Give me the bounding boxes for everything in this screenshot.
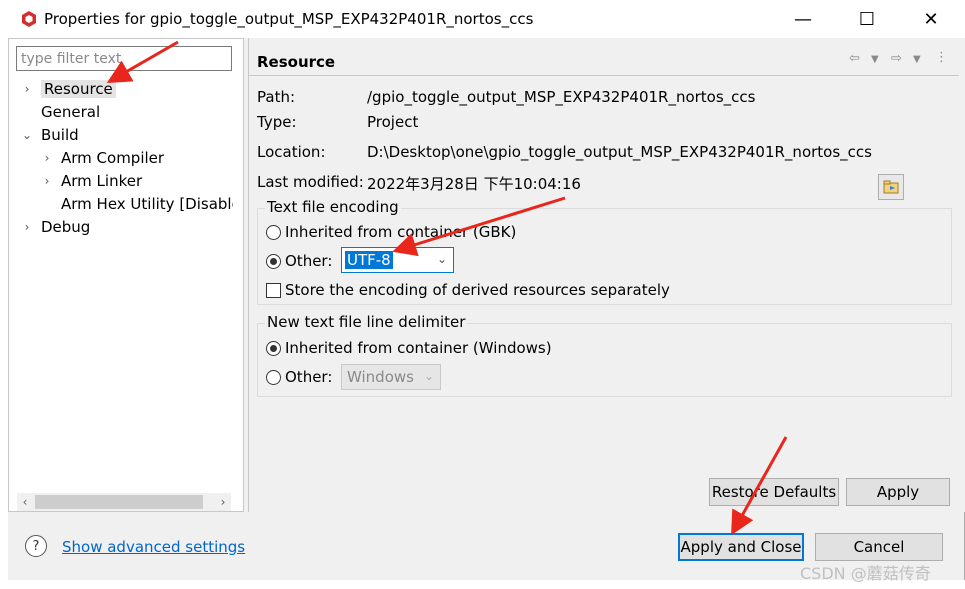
tree-label-arm-compiler: Arm Compiler <box>61 149 165 167</box>
encoding-select[interactable]: UTF-8 ⌄ <box>341 247 454 273</box>
apply-button[interactable]: Apply <box>846 478 950 506</box>
chevron-down-icon: ⌄ <box>436 252 447 266</box>
encoding-group-title: Text file encoding <box>265 198 401 216</box>
resource-page: Resource ⇦ ▼ ⇨ ▼ ⋮ Path: /gpio_toggle_ou… <box>248 38 965 512</box>
title-bar: Properties for gpio_toggle_output_MSP_EX… <box>8 0 965 38</box>
window-title: Properties for gpio_toggle_output_MSP_EX… <box>44 10 534 28</box>
forward-arrow-icon[interactable]: ⇨ <box>891 51 902 66</box>
encoding-other-label[interactable]: Other: <box>285 252 332 270</box>
store-encoding-checkbox[interactable] <box>266 283 281 298</box>
scrollbar-thumb[interactable] <box>35 495 203 509</box>
tree-item-general[interactable]: General <box>41 101 100 123</box>
tree-item-arm-compiler[interactable]: › Arm Compiler <box>41 147 164 169</box>
encoding-inherited-label[interactable]: Inherited from container (GBK) <box>285 223 516 241</box>
type-value: Project <box>367 113 419 131</box>
minimize-button[interactable]: — <box>780 0 826 38</box>
location-value: D:\Desktop\one\gpio_toggle_output_MSP_EX… <box>367 143 872 161</box>
encoding-other-radio[interactable] <box>266 254 281 269</box>
chevron-right-icon[interactable]: › <box>41 170 53 192</box>
tree-label-build: Build <box>41 126 79 144</box>
tree-item-arm-linker[interactable]: › Arm Linker <box>41 170 143 192</box>
store-encoding-label[interactable]: Store the encoding of derived resources … <box>285 281 670 299</box>
encoding-inherited-radio[interactable] <box>266 225 281 240</box>
chevron-down-icon[interactable]: ⌄ <box>21 124 33 146</box>
apply-and-close-button[interactable]: Apply and Close <box>678 533 804 561</box>
chevron-right-icon[interactable]: › <box>21 78 33 100</box>
tree-label-arm-linker: Arm Linker <box>61 172 143 190</box>
page-header: Resource ⇦ ▼ ⇨ ▼ ⋮ <box>249 42 959 76</box>
app-icon <box>22 11 36 27</box>
delimiter-select[interactable]: Windows ⌄ <box>341 364 441 390</box>
tree-item-debug[interactable]: › Debug <box>21 216 91 238</box>
tree-item-resource[interactable]: › Resource <box>21 78 116 100</box>
delimiter-inherited-radio[interactable] <box>266 341 281 356</box>
type-label: Type: <box>257 113 297 131</box>
scroll-right-icon[interactable]: › <box>215 493 231 511</box>
chevron-down-icon: ⌄ <box>423 369 434 383</box>
watermark: CSDN @蘑菇传奇 <box>800 564 931 583</box>
encoding-group: Text file encoding Inherited from contai… <box>257 198 952 305</box>
back-arrow-icon[interactable]: ⇦ <box>849 51 860 66</box>
tree-label-resource: Resource <box>41 80 116 98</box>
delimiter-group: New text file line delimiter Inherited f… <box>257 313 952 397</box>
back-dropdown-icon[interactable]: ▼ <box>871 54 879 65</box>
encoding-select-value: UTF-8 <box>345 251 393 269</box>
modified-value: 2022年3月28日 下午10:04:16 <box>367 175 581 193</box>
horizontal-scrollbar[interactable]: ‹ › <box>17 493 231 511</box>
delimiter-group-title: New text file line delimiter <box>265 313 468 331</box>
delimiter-other-radio[interactable] <box>266 370 281 385</box>
delimiter-select-value: Windows <box>347 368 414 386</box>
maximize-button[interactable]: ☐ <box>844 0 890 38</box>
forward-dropdown-icon[interactable]: ▼ <box>913 54 921 65</box>
more-menu-icon[interactable]: ⋮ <box>935 50 948 65</box>
tree-label-general: General <box>41 103 101 121</box>
location-label: Location: <box>257 143 326 161</box>
folder-icon <box>883 180 899 194</box>
scroll-left-icon[interactable]: ‹ <box>17 493 33 511</box>
delimiter-inherited-label[interactable]: Inherited from container (Windows) <box>285 339 552 357</box>
navigation-pane: › Resource General ⌄ Build › Arm Compile… <box>8 38 244 512</box>
chevron-right-icon[interactable]: › <box>41 147 53 169</box>
modified-label: Last modified: <box>257 173 364 191</box>
tree-item-build[interactable]: ⌄ Build <box>21 124 79 146</box>
tree-label-debug: Debug <box>41 218 91 236</box>
restore-defaults-button[interactable]: Restore Defaults <box>709 478 839 506</box>
close-button[interactable]: ✕ <box>908 0 954 38</box>
delimiter-other-label[interactable]: Other: <box>285 368 332 386</box>
show-advanced-settings-link[interactable]: Show advanced settings <box>62 538 245 556</box>
open-location-button[interactable] <box>878 174 904 200</box>
help-icon[interactable]: ? <box>25 535 47 557</box>
tree-item-arm-hex-utility[interactable]: Arm Hex Utility [Disable <box>61 193 233 215</box>
tree-label-arm-hex-utility: Arm Hex Utility [Disable <box>61 195 233 213</box>
properties-dialog: Properties for gpio_toggle_output_MSP_EX… <box>8 0 965 580</box>
path-value: /gpio_toggle_output_MSP_EXP432P401R_nort… <box>367 88 756 106</box>
filter-input[interactable] <box>16 46 232 71</box>
background-strip <box>0 0 8 589</box>
chevron-right-icon[interactable]: › <box>21 216 33 238</box>
cancel-button[interactable]: Cancel <box>815 533 943 561</box>
path-label: Path: <box>257 88 296 106</box>
page-title: Resource <box>257 53 336 71</box>
